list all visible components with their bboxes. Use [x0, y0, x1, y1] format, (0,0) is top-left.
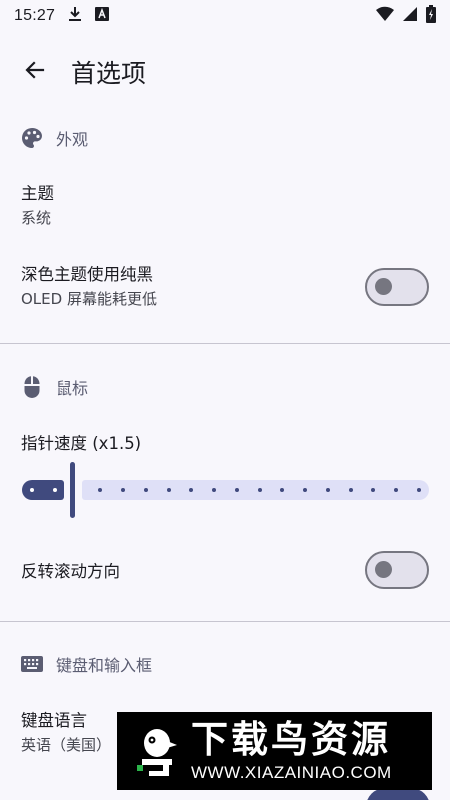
switch-thumb: [375, 278, 392, 295]
pref-theme-summary: 系统: [21, 209, 52, 227]
slider-tick: [52, 488, 57, 492]
divider: [0, 621, 450, 622]
slider-tick: [348, 488, 353, 492]
page-title: 首选项: [71, 59, 147, 88]
slider-tick: [234, 488, 239, 492]
app-bar: 首选项: [0, 40, 450, 104]
slider-tick: [143, 488, 148, 492]
watermark-url: WWW.XIAZAINIAO.COM: [191, 763, 392, 782]
slider-tick: [30, 488, 34, 492]
pref-pointer-speed: 指针速度 (x1.5): [0, 431, 450, 456]
slider-tick: [166, 488, 171, 492]
section-appearance: 外观: [0, 118, 450, 158]
pref-theme[interactable]: 主题 系统: [0, 181, 450, 231]
section-title-mouse: 鼠标: [56, 379, 89, 398]
slider-inactive-track: [82, 480, 429, 500]
status-time: 15:27: [14, 7, 56, 24]
watermark-cn-text: 下载鸟资源: [191, 718, 391, 761]
watermark-banner: 下载鸟资源 WWW.XIAZAINIAO.COM: [117, 712, 432, 790]
signal-icon: [402, 6, 418, 26]
palette-icon: [20, 126, 44, 150]
switch-thumb: [375, 561, 392, 578]
slider-tick: [257, 488, 262, 492]
bird-logo-icon: [133, 723, 181, 779]
slider-tick: [417, 488, 421, 492]
keyboard-icon: [20, 652, 44, 676]
font-a-icon: [95, 7, 110, 25]
wifi-icon: [376, 6, 394, 26]
section-keyboard: 键盘和输入框: [0, 644, 450, 684]
pure-black-switch[interactable]: [365, 268, 429, 306]
download-icon: [67, 6, 83, 26]
pointer-speed-slider[interactable]: [22, 462, 429, 518]
reverse-scroll-switch[interactable]: [365, 551, 429, 589]
arrow-back-icon: [23, 58, 47, 86]
status-bar: 15:27: [0, 0, 450, 32]
slider-handle[interactable]: [70, 462, 75, 518]
pref-theme-title: 主题: [21, 184, 54, 203]
slider-tick: [325, 488, 330, 492]
pref-pointer-speed-title: 指针速度 (x1.5): [21, 434, 142, 453]
slider-active-track: [22, 480, 64, 500]
divider: [0, 343, 450, 344]
section-title-keyboard: 键盘和输入框: [56, 656, 153, 675]
section-title-appearance: 外观: [56, 130, 89, 149]
back-button[interactable]: [11, 48, 59, 96]
mouse-icon: [20, 375, 44, 399]
section-mouse: 鼠标: [0, 367, 450, 407]
battery-charging-icon: [426, 5, 436, 27]
